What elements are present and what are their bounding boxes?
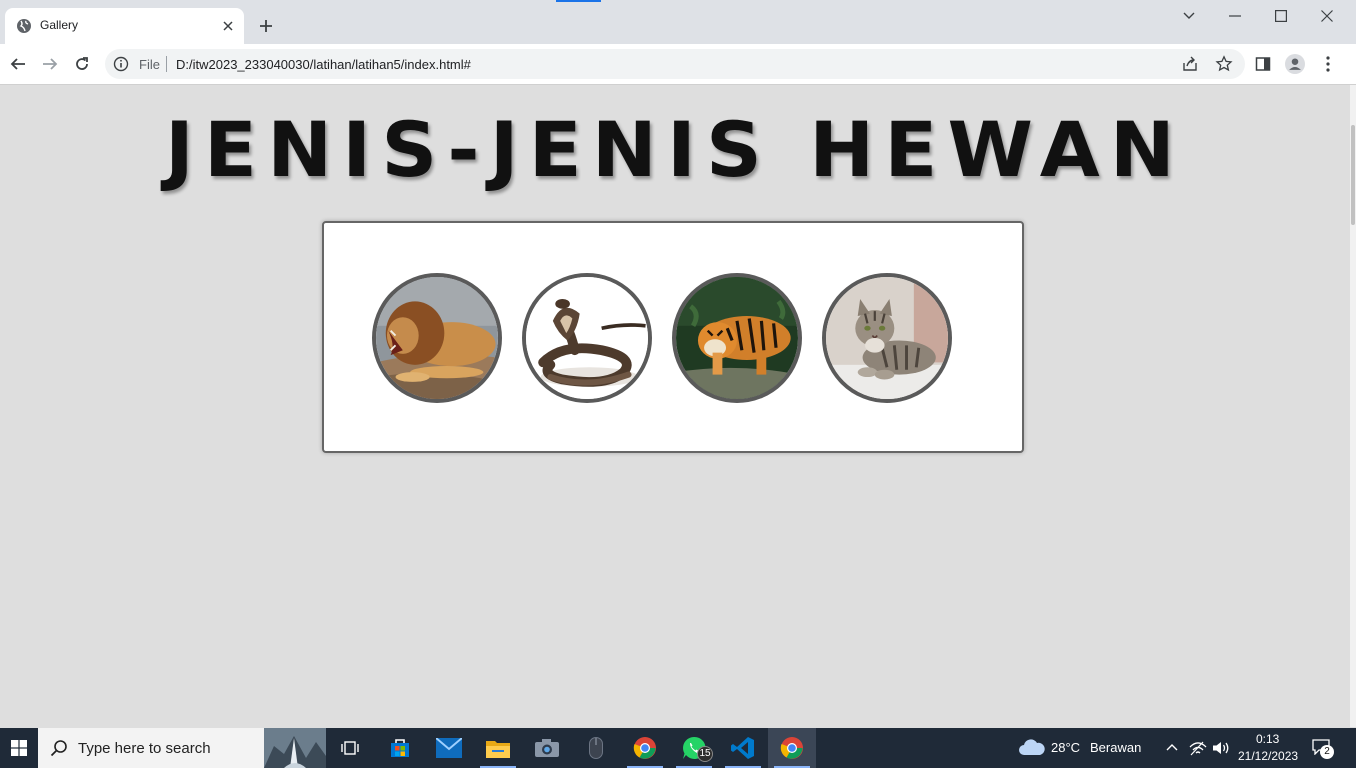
maximize-icon[interactable] — [1267, 4, 1295, 28]
tab-gallery[interactable]: Gallery — [5, 8, 244, 44]
cobra-photo — [526, 277, 648, 399]
close-tab-icon[interactable] — [219, 17, 237, 35]
lion-photo — [376, 277, 498, 399]
gallery-frame — [322, 221, 1024, 453]
mouse-app-icon[interactable] — [572, 728, 620, 768]
address-bar[interactable]: File D:/itw2023_233040030/latihan/latiha… — [105, 49, 1245, 79]
microsoft-store-icon[interactable] — [376, 728, 424, 768]
url-scheme-label: File — [139, 57, 160, 72]
reload-icon[interactable] — [69, 51, 95, 77]
gallery-thumb-cat[interactable] — [822, 273, 952, 403]
back-icon[interactable] — [5, 51, 31, 77]
profile-avatar-icon[interactable] — [1285, 54, 1305, 74]
tab-title: Gallery — [40, 18, 79, 32]
task-view-icon[interactable] — [326, 728, 374, 768]
chrome-active-icon[interactable] — [768, 728, 816, 768]
gallery-thumb-cobra[interactable] — [522, 273, 652, 403]
clock-date[interactable]: 21/12/2023 — [1238, 749, 1298, 763]
minimize-icon[interactable] — [1221, 4, 1249, 28]
chevron-up-icon[interactable] — [1166, 743, 1178, 751]
page-title: JENIS-JENIS HEWAN — [165, 105, 1185, 194]
browser-toolbar: File D:/itw2023_233040030/latihan/latiha… — [0, 44, 1356, 85]
menu-kebab-icon[interactable] — [1318, 54, 1338, 74]
search-icon — [50, 740, 67, 757]
tab-strip: Gallery — [0, 0, 1356, 44]
bookmark-star-icon[interactable] — [1215, 55, 1233, 73]
file-explorer-icon[interactable] — [474, 728, 522, 768]
clock-time[interactable]: 0:13 — [1256, 732, 1279, 746]
mail-icon[interactable] — [425, 728, 473, 768]
volume-icon[interactable] — [1212, 740, 1230, 756]
new-tab-button[interactable] — [255, 15, 277, 37]
cat-photo — [826, 277, 948, 399]
close-window-icon[interactable] — [1313, 4, 1341, 28]
windows-taskbar: Type here to search 15 28°C Berawan 0:13… — [0, 728, 1356, 768]
page-viewport: JENIS-JENIS HEWAN — [0, 85, 1350, 727]
vscode-icon[interactable] — [719, 728, 767, 768]
cloud-weather-icon[interactable] — [1018, 738, 1046, 756]
scrollbar-thumb[interactable] — [1351, 125, 1355, 225]
search-highlight-art-icon — [264, 728, 326, 768]
camera-icon[interactable] — [523, 728, 571, 768]
weather-temp[interactable]: 28°C — [1051, 740, 1080, 755]
weather-condition[interactable]: Berawan — [1090, 740, 1141, 755]
notification-count-badge: 2 — [1320, 745, 1334, 759]
globe-icon — [17, 19, 31, 33]
windows-start-icon[interactable] — [0, 728, 38, 768]
share-icon[interactable] — [1181, 55, 1199, 73]
side-panel-icon[interactable] — [1253, 54, 1273, 74]
tab-search-icon[interactable] — [1175, 4, 1203, 28]
whatsapp-unread-badge: 15 — [697, 746, 713, 762]
tab-strip-accent — [556, 0, 601, 2]
tiger-photo — [676, 277, 798, 399]
url-text[interactable]: D:/itw2023_233040030/latihan/latihan5/in… — [176, 57, 471, 72]
search-placeholder: Type here to search — [78, 740, 211, 757]
page-scrollbar[interactable] — [1350, 85, 1356, 727]
chrome-icon[interactable] — [621, 728, 669, 768]
notification-center-icon[interactable]: 2 — [1312, 739, 1334, 759]
whatsapp-icon[interactable]: 15 — [670, 728, 718, 768]
gallery-thumb-lion[interactable] — [372, 273, 502, 403]
info-icon[interactable] — [113, 56, 129, 72]
forward-icon[interactable] — [37, 51, 63, 77]
network-icon[interactable] — [1189, 740, 1207, 756]
address-divider — [166, 56, 167, 72]
taskbar-search-input[interactable]: Type here to search — [38, 728, 326, 768]
gallery-thumb-tiger[interactable] — [672, 273, 802, 403]
